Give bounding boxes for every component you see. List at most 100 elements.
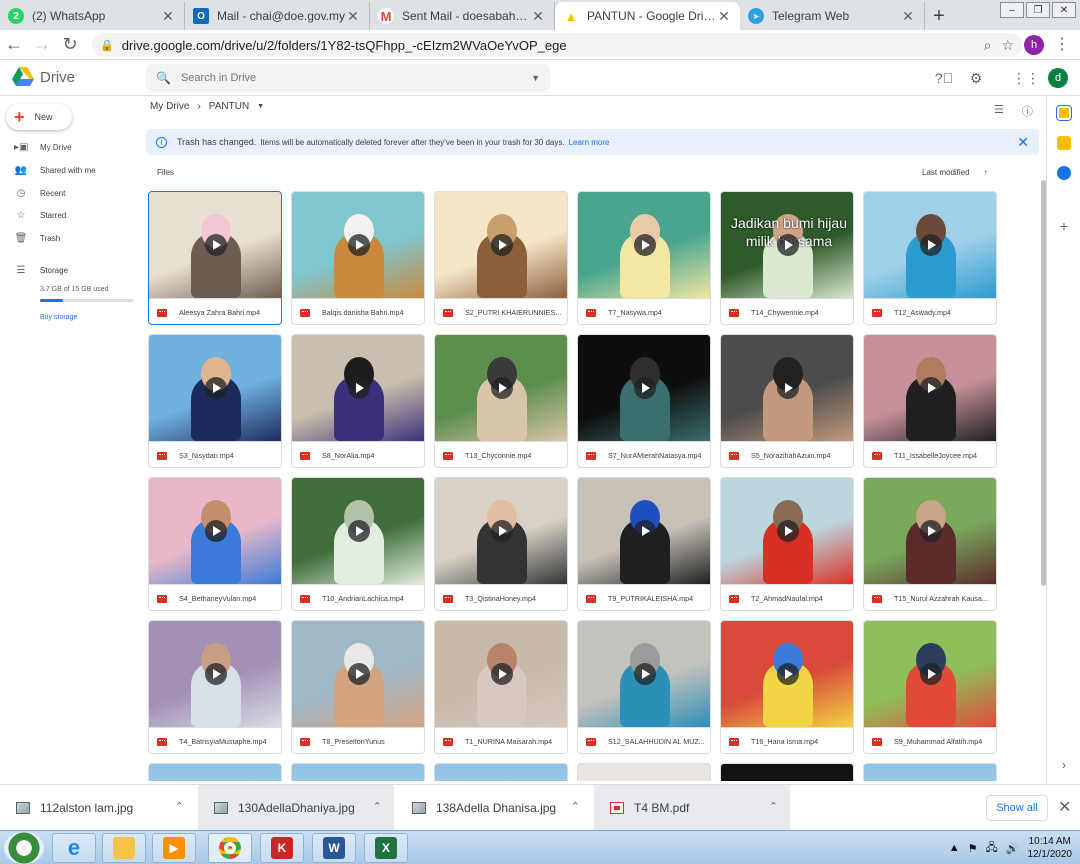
file-card[interactable]: Balqis danisha Bahri.mp4 [291,191,425,325]
chevron-up-icon[interactable]: ⌃ [769,800,778,813]
nav-storage[interactable]: ☰ Storage [0,260,140,280]
more-menu-icon[interactable]: ⋮ [1054,34,1070,54]
play-icon[interactable] [777,234,799,256]
chevron-up-icon[interactable]: ⌃ [175,800,184,813]
video-thumbnail[interactable] [292,192,424,298]
file-card[interactable] [434,763,568,781]
play-icon[interactable] [634,520,656,542]
video-thumbnail[interactable] [721,478,853,584]
file-caption[interactable]: T1_NURINA Maisarah.mp4 [435,727,567,753]
tab-google-drive[interactable]: ▲ PANTUN - Google Drive ✕ [555,2,740,30]
play-icon[interactable] [205,234,227,256]
apps-grid-icon[interactable]: ⋮⋮ [1012,68,1040,88]
taskbar-file-explorer[interactable] [102,833,146,863]
play-icon[interactable] [348,377,370,399]
play-icon[interactable] [205,520,227,542]
video-thumbnail[interactable] [578,478,710,584]
download-item[interactable]: T4 BM.pdf ⌃ [594,785,790,830]
calendar-icon[interactable] [1057,106,1071,120]
download-item[interactable]: 112alston lam.jpg ⌃ [0,785,196,830]
search-box[interactable]: 🔍 ▼ [146,64,550,92]
video-thumbnail[interactable] [578,192,710,298]
nav-shared-with-me[interactable]: 👥 Shared with me [0,160,140,180]
file-caption[interactable]: S7_NurAMierahNatasya.mp4 [578,441,710,467]
clock[interactable]: 10:14 AM 12/1/2020 [1028,835,1073,861]
video-thumbnail[interactable] [149,192,281,298]
video-thumbnail[interactable] [721,621,853,727]
file-card[interactable] [720,763,854,781]
file-card[interactable]: T10_AndrianLachica.mp4 [291,477,425,611]
file-card[interactable]: T2_AhmadNaufal.mp4 [720,477,854,611]
file-caption[interactable]: S12_SALAHHUDIN AL MUZ... [578,727,710,753]
close-icon[interactable]: ✕ [160,8,176,25]
network-icon[interactable]: 🖧 [986,839,998,858]
file-card[interactable]: T4_BatrisyiaMustaphe.mp4 [148,620,282,754]
file-card[interactable] [291,763,425,781]
video-thumbnail[interactable] [578,335,710,441]
nav-starred[interactable]: ☆ Starred [0,205,140,225]
restore-icon[interactable]: ❐ [1026,2,1050,18]
new-tab-button[interactable]: + [925,2,953,30]
chevron-right-icon[interactable]: › [1057,758,1071,772]
file-caption[interactable]: T15_Nurul Azzahrah Kausa... [864,584,996,610]
video-thumbnail[interactable]: Jadikan bumi hijau milik bersama [721,192,853,298]
play-icon[interactable] [634,663,656,685]
play-icon[interactable] [777,520,799,542]
taskbar-media-player[interactable]: ▶ [152,833,196,863]
play-icon[interactable] [920,377,942,399]
file-card[interactable]: T11_IssabelleJoycee.mp4 [863,334,997,468]
play-icon[interactable] [205,663,227,685]
file-card[interactable]: T16_Hana Isma.mp4 [720,620,854,754]
nav-recent[interactable]: ◷ Recent [0,183,140,203]
file-card[interactable]: Jadikan bumi hijau milik bersama T14_Chyw… [720,191,854,325]
video-thumbnail[interactable] [149,335,281,441]
video-thumbnail[interactable] [149,478,281,584]
file-card[interactable]: T1_NURINA Maisarah.mp4 [434,620,568,754]
play-icon[interactable] [777,377,799,399]
minimize-icon[interactable]: – [1000,2,1024,18]
file-card[interactable]: Aleesya Zahra Bahri.mp4 [148,191,282,325]
file-caption[interactable]: T11_IssabelleJoycee.mp4 [864,441,996,467]
help-icon[interactable]: ?⃝ [934,68,954,88]
file-caption[interactable]: T10_AndrianLachica.mp4 [292,584,424,610]
keep-icon[interactable] [1057,136,1071,150]
taskbar-excel[interactable]: X [364,833,408,863]
video-thumbnail[interactable] [578,621,710,727]
file-caption[interactable]: S5_NorazihahAzuin.mp4 [721,441,853,467]
file-card[interactable]: S12_SALAHHUDIN AL MUZ... [577,620,711,754]
taskbar-antivirus[interactable]: K [260,833,304,863]
settings-gear-icon[interactable]: ⚙ [966,68,986,88]
taskbar-internet-explorer[interactable]: e [52,833,96,863]
nav-my-drive[interactable]: ▸▣ My Drive [0,137,140,157]
video-thumbnail[interactable] [292,478,424,584]
play-icon[interactable] [205,377,227,399]
zoom-icon[interactable]: ⌕ [984,37,992,54]
file-card[interactable]: S2_PUTRI KHAIERUNNIES... [434,191,568,325]
play-icon[interactable] [634,377,656,399]
chevron-up-icon[interactable]: ⌃ [571,800,580,813]
file-caption[interactable]: S4_BethaneyVulan.mp4 [149,584,281,610]
flag-icon[interactable]: ⚑ [968,842,978,855]
file-card[interactable] [148,763,282,781]
buy-storage-link[interactable]: Buy storage [40,314,77,321]
play-icon[interactable] [491,234,513,256]
video-thumbnail[interactable] [435,192,567,298]
file-caption[interactable]: T8_PreseltonYunus [292,727,424,753]
file-caption[interactable]: T14_Chywennie.mp4 [721,298,853,324]
start-button-icon[interactable] [4,832,44,864]
nav-trash[interactable]: 🗑 Trash [0,228,140,248]
close-icon[interactable]: ✕ [1058,797,1071,817]
file-card[interactable]: T15_Nurul Azzahrah Kausa... [863,477,997,611]
play-icon[interactable] [348,520,370,542]
download-item[interactable]: 130AdellaDhaniya.jpg ⌃ [198,785,394,830]
learn-more-link[interactable]: Learn more [569,138,610,147]
back-arrow-icon[interactable]: ← [0,31,28,59]
list-view-icon[interactable]: ☰ [994,103,1004,119]
file-card[interactable]: S4_BethaneyVulan.mp4 [148,477,282,611]
video-thumbnail[interactable] [292,621,424,727]
file-card[interactable]: S9_Muhammad Alfatih.mp4 [863,620,997,754]
file-card[interactable]: T7_Nasywa.mp4 [577,191,711,325]
profile-avatar[interactable]: h [1024,35,1044,55]
search-input[interactable] [180,72,532,84]
file-card[interactable]: S3_Nisydan.mp4 [148,334,282,468]
